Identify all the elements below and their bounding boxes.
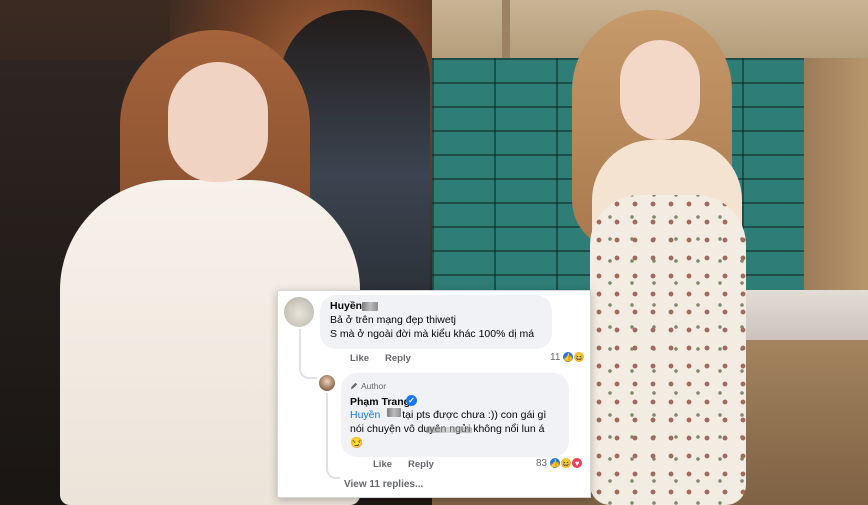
reply-text-line: Huyền tại pts được chưa :)) con gái gì (350, 408, 546, 422)
pen-icon (350, 382, 358, 390)
floral-dress (590, 195, 746, 505)
reaction-summary[interactable]: 83 👍 😆 ♥ (536, 457, 584, 469)
reply-button[interactable]: Reply (408, 459, 434, 470)
face (168, 62, 268, 182)
like-button[interactable]: Like (373, 459, 392, 470)
reply-text-line: 😏 (350, 437, 364, 449)
comment-text-line: Bả ở trên mạng đẹp thiwetj (330, 314, 456, 326)
thread-connector (326, 393, 340, 479)
author-badge-label: Author (361, 381, 387, 391)
facebook-comment-screenshot: Huyền Bả ở trên mạng đẹp thiwetj S mà ở … (277, 290, 591, 498)
haha-icon: 😆 (573, 351, 586, 363)
author-avatar[interactable] (319, 375, 335, 391)
love-icon: ♥ (571, 457, 584, 469)
scribble-overlay (426, 427, 472, 433)
redacted-name-part (387, 408, 401, 417)
redacted-name-part (362, 302, 378, 311)
mention-link[interactable]: Huyền (350, 409, 380, 421)
reaction-count: 11 (550, 351, 561, 363)
commenter-avatar[interactable] (284, 297, 314, 327)
reply-button[interactable]: Reply (385, 353, 411, 364)
verified-badge-icon: ✓ (406, 395, 417, 406)
reply-text: tại pts được chưa :)) con gái gì (402, 409, 547, 421)
reply-actions: Like Reply (373, 459, 434, 470)
face (620, 40, 700, 140)
view-replies-link[interactable]: View 11 replies... (344, 479, 423, 490)
reaction-summary[interactable]: 11 👍 😆 (550, 351, 586, 363)
commenter-name[interactable]: Huyền (330, 300, 362, 312)
reaction-count: 83 (536, 457, 548, 469)
comment-text-line: S mà ở ngoài đời mà kiểu khác 100% dị má (330, 328, 535, 340)
comment-actions: Like Reply (350, 353, 411, 364)
thread-connector (299, 329, 317, 379)
author-name[interactable]: Phạm Trang (350, 396, 410, 408)
like-button[interactable]: Like (350, 353, 369, 364)
author-badge: Author (350, 381, 386, 391)
